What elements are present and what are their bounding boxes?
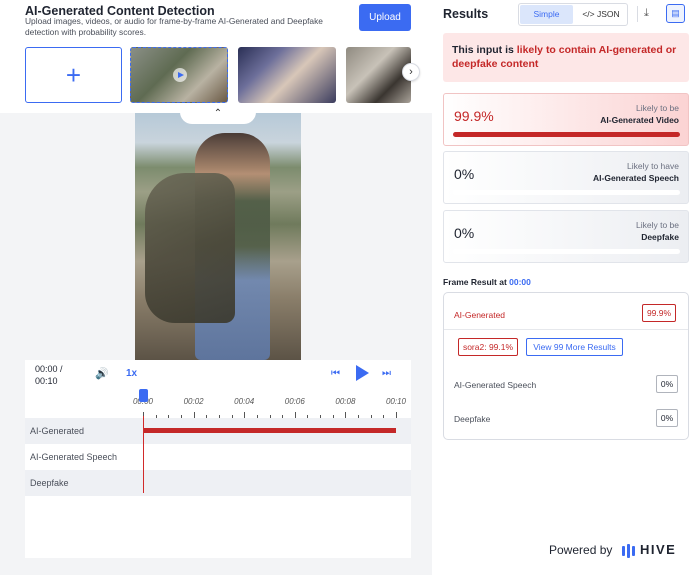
score-caption: Likely to have <box>627 161 679 171</box>
ruler-tick-label: 00:10 <box>385 397 407 406</box>
frame-deepfake-label: Deepfake <box>454 414 491 424</box>
header: AI-Generated Content Detection Upload im… <box>0 0 432 113</box>
view-toggle: Simple </> JSON <box>518 3 628 26</box>
frame-ai-value: 99.9% <box>642 304 676 322</box>
score-category: Deepfake <box>641 232 679 242</box>
track-label: AI-Generated Speech <box>30 452 118 462</box>
result-alert: This input is likely to contain AI-gener… <box>443 33 689 82</box>
score-bar <box>453 190 680 195</box>
time-display: 00:00 / 00:10 <box>35 364 63 386</box>
left-panel: AI-Generated Content Detection Upload im… <box>0 0 432 575</box>
upload-button[interactable]: Upload <box>359 4 411 31</box>
powered-by-label: Powered by <box>549 543 613 557</box>
frame-speech-value: 0% <box>656 375 678 393</box>
playhead-line <box>143 416 144 493</box>
frame-result-box: AI-Generated 99.9% sora2: 99.1% View 99 … <box>443 292 689 440</box>
media-thumbnail[interactable] <box>238 47 336 103</box>
track-deepfake: Deepfake <box>25 470 411 496</box>
collapse-thumbnails-button[interactable]: ⌃ <box>180 104 256 124</box>
frame-speech-label: AI-Generated Speech <box>454 380 537 390</box>
score-category: AI-Generated Video <box>600 115 679 125</box>
play-icon <box>173 68 187 82</box>
media-thumbnail-selected[interactable] <box>130 47 228 103</box>
playhead-handle[interactable] <box>139 389 148 402</box>
score-category: AI-Generated Speech <box>593 173 679 183</box>
frame-result-label: Frame Result at <box>443 277 510 287</box>
track-label: Deepfake <box>30 478 69 488</box>
timeline-player: 00:00 / 00:10 🔊 1x ⏮ ⏭ 00:0000:0200:0400… <box>25 360 411 558</box>
ruler-tick-label: 00:06 <box>284 397 305 406</box>
preview-lizard-shape <box>145 173 235 323</box>
ruler-tick-label: 00:08 <box>335 397 356 406</box>
track-label: AI-Generated <box>30 426 85 436</box>
ruler-tick-label: 00:04 <box>234 397 255 406</box>
score-bar <box>453 249 680 254</box>
layout-icon[interactable]: ▤ <box>666 4 685 23</box>
timeline-ruler[interactable]: 00:0000:0200:0400:0600:0800:10 <box>25 386 411 418</box>
media-thumbnail[interactable] <box>346 47 411 103</box>
tab-json[interactable]: </> JSON <box>575 5 627 24</box>
add-media-button[interactable]: + <box>25 47 122 103</box>
skip-back-icon[interactable]: ⏮ <box>331 368 340 379</box>
ruler-tick-label: 00:02 <box>183 397 204 406</box>
alert-prefix: This input is <box>452 44 517 56</box>
frame-deepfake-value: 0% <box>656 409 678 427</box>
track-detection-bar <box>144 428 396 433</box>
frame-result-time[interactable]: 00:00 <box>509 277 531 287</box>
score-card-deepfake: 0% Likely to be Deepfake <box>443 210 689 263</box>
score-card-video: 99.9% Likely to be AI-Generated Video <box>443 93 689 146</box>
score-caption: Likely to be <box>636 103 679 113</box>
view-more-results-button[interactable]: View 99 More Results <box>526 338 623 356</box>
chevron-right-icon[interactable]: › <box>402 63 420 81</box>
track-ai-speech: AI-Generated Speech <box>25 444 411 470</box>
score-card-speech: 0% Likely to have AI-Generated Speech <box>443 151 689 204</box>
results-panel: Results Simple </> JSON ⤓ ▤ This input i… <box>432 0 700 575</box>
page-subtitle: Upload images, videos, or audio for fram… <box>25 16 323 37</box>
frame-ai-label: AI-Generated <box>454 310 506 320</box>
video-preview[interactable] <box>135 113 301 360</box>
frame-result-heading: Frame Result at 00:00 <box>443 277 531 287</box>
skip-forward-icon[interactable]: ⏭ <box>382 368 391 379</box>
brand-name: HIVE <box>640 542 677 557</box>
score-bar-fill <box>453 132 680 137</box>
hive-logo-icon <box>622 544 636 558</box>
score-bar <box>453 132 680 137</box>
score-percent: 0% <box>454 225 475 241</box>
divider <box>444 329 688 330</box>
volume-icon[interactable]: 🔊 <box>95 367 109 380</box>
track-ai-generated: AI-Generated <box>25 418 411 444</box>
score-caption: Likely to be <box>636 220 679 230</box>
download-icon[interactable]: ⤓ <box>644 7 649 20</box>
tab-simple[interactable]: Simple <box>520 5 573 24</box>
playback-speed-button[interactable]: 1x <box>126 368 137 379</box>
play-button[interactable] <box>356 365 370 381</box>
score-percent: 0% <box>454 166 475 182</box>
results-title: Results <box>443 7 489 21</box>
score-percent: 99.9% <box>454 108 494 124</box>
model-badge: sora2: 99.1% <box>458 338 518 356</box>
toolbar-divider <box>637 6 638 22</box>
